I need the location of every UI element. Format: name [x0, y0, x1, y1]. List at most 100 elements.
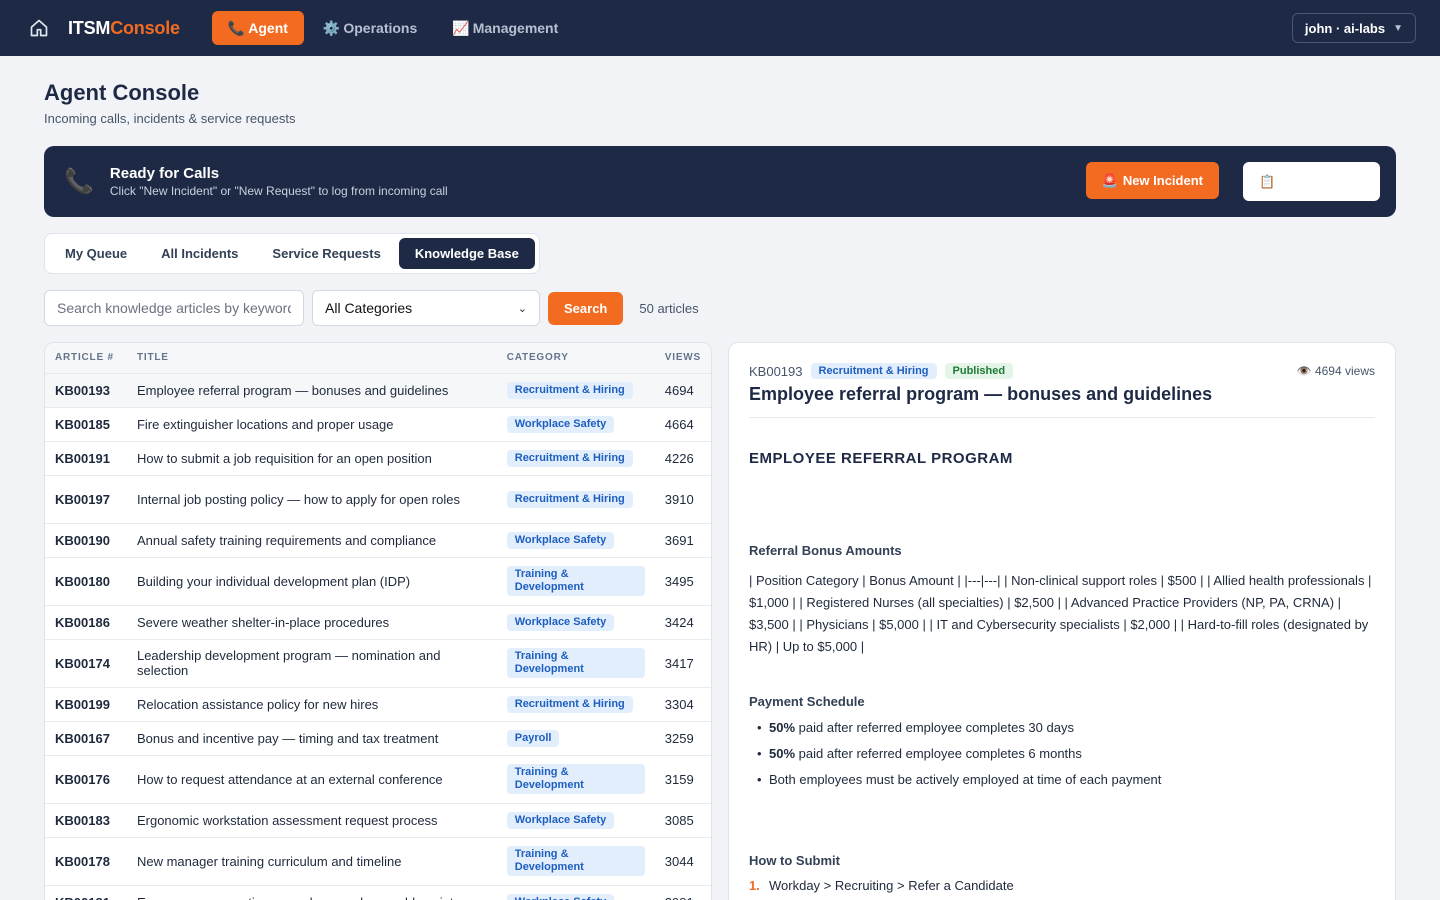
tab-service-requests[interactable]: Service Requests: [256, 238, 396, 269]
banner-actions: 🚨 New Incident 📋 New Request: [1085, 162, 1380, 201]
col-header-views[interactable]: VIEWS: [654, 343, 711, 374]
brand-main: ITSM: [68, 17, 111, 38]
section-title: Referral Bonus Amounts: [749, 543, 902, 558]
list-item: Both employees must be actively employed…: [749, 767, 1375, 793]
articles-table: ARTICLE # TITLE CATEGORY VIEWS KB00193 Em…: [44, 342, 712, 900]
nav-tab-agent[interactable]: 📞 Agent: [211, 11, 304, 45]
article-number: KB00183: [45, 803, 127, 838]
article-number: KB00174: [45, 639, 127, 688]
table-row[interactable]: KB00185 Fire extinguisher locations and p…: [45, 407, 711, 442]
table-row[interactable]: KB00193 Employee referral program — bonus…: [45, 373, 711, 408]
article-category: Workplace Safety: [496, 885, 655, 900]
article-category: Training & Development: [496, 755, 655, 804]
col-header-category[interactable]: CATEGORY: [496, 343, 655, 374]
user-menu[interactable]: john · ai-labs ▼: [1291, 13, 1416, 43]
chart-icon: 📈: [452, 19, 470, 36]
section-title: How to Submit: [749, 853, 840, 868]
category-badge: Training & Development: [506, 846, 645, 876]
article-title: Severe weather shelter-in-place procedur…: [126, 605, 497, 640]
article-category: Workplace Safety: [496, 605, 655, 640]
article-number: KB00167: [45, 721, 127, 756]
table-row[interactable]: KB00199 Relocation assistance policy for …: [45, 687, 711, 722]
article-title: Employee referral program — bonuses and …: [126, 373, 497, 408]
search-button[interactable]: Search: [548, 291, 624, 325]
article-number: KB00178: [45, 837, 127, 886]
new-incident-button[interactable]: 🚨 New Incident: [1085, 162, 1219, 199]
article-title: Leadership development program — nominat…: [126, 639, 497, 688]
article-views: 3304: [654, 687, 711, 722]
new-request-button[interactable]: 📋 New Request: [1243, 162, 1380, 201]
article-number: KB00190: [45, 523, 127, 558]
page-subtitle: Incoming calls, incidents & service requ…: [44, 111, 296, 126]
article-number: KB00199: [45, 687, 127, 722]
table-row[interactable]: KB00186 Severe weather shelter-in-place p…: [45, 605, 711, 640]
step-number: 1.: [749, 878, 760, 893]
table-row[interactable]: KB00183 Ergonomic workstation assessment …: [45, 803, 711, 838]
call-banner: 📞 Ready for Calls Click "New Incident" o…: [44, 146, 1396, 217]
article-views: 3417: [654, 639, 711, 688]
article-detail: KB00193 Recruitment & Hiring Published 👁…: [728, 342, 1396, 900]
article-number: KB00191: [45, 441, 127, 476]
table-row[interactable]: KB00197 Internal job posting policy — how…: [45, 475, 711, 524]
status-badge: Published: [944, 363, 1014, 379]
table-row[interactable]: KB00191 How to submit a job requisition f…: [45, 441, 711, 476]
brand-accent: Console: [110, 17, 180, 38]
list-item-text: paid after referred employee completes 3…: [795, 720, 1074, 735]
col-header-article[interactable]: ARTICLE #: [45, 343, 127, 374]
article-views: 3259: [654, 721, 711, 756]
article-number: KB00181: [45, 885, 127, 900]
article-views: 2981: [654, 885, 711, 900]
table-row[interactable]: KB00178 New manager training curriculum a…: [45, 837, 711, 886]
article-views: 3424: [654, 605, 711, 640]
table-row[interactable]: KB00181Emergency evacuation procedures a…: [45, 885, 711, 900]
nav-tab-operations[interactable]: ⚙️ Operations: [307, 11, 433, 45]
article-heading: EMPLOYEE REFERRAL PROGRAM: [749, 450, 1013, 467]
article-count: 50 articles: [639, 300, 699, 316]
view-count: 👁️ 4694 views: [1297, 364, 1375, 378]
search-input[interactable]: [44, 290, 304, 326]
table-row[interactable]: KB00176 How to request attendance at an e…: [45, 755, 711, 804]
category-badge: Recruitment & Hiring: [506, 382, 633, 399]
tab-all-incidents[interactable]: All Incidents: [145, 238, 254, 269]
article-title: Ergonomic workstation assessment request…: [126, 803, 497, 838]
nav-tab-management[interactable]: 📈 Management: [436, 11, 574, 45]
article-category: Training & Development: [496, 557, 655, 606]
article-title: Emergency evacuation procedures and asse…: [126, 885, 497, 900]
page-title: Agent Console: [44, 80, 200, 105]
article-views: 4694: [654, 373, 711, 408]
list-item-bold: 50%: [769, 720, 796, 735]
banner-subtitle: Click "New Incident" or "New Request" to…: [109, 184, 448, 198]
article-id: KB00193: [749, 363, 803, 379]
category-badge: Recruitment & Hiring: [506, 450, 633, 467]
col-header-title[interactable]: TITLE: [126, 343, 497, 374]
table-row[interactable]: KB00190 Annual safety training requiremen…: [45, 523, 711, 558]
banner-text: Ready for Calls Click "New Incident" or …: [110, 165, 448, 198]
table-row[interactable]: KB00174 Leadership development program — …: [45, 639, 711, 688]
category-badge: Workplace Safety: [506, 532, 615, 549]
article-category: Training & Development: [496, 639, 655, 688]
table-row[interactable]: KB00180 Building your individual developm…: [45, 557, 711, 606]
article-number: KB00180: [45, 557, 127, 606]
siren-icon: 🚨: [1101, 172, 1118, 188]
article-views: 3044: [654, 837, 711, 886]
article-category: Workplace Safety: [496, 407, 655, 442]
tab-my-queue[interactable]: My Queue: [49, 238, 143, 269]
steps-list: 1. Workday > Recruiting > Refer a Candida…: [749, 876, 1375, 896]
step-text: Workday > Recruiting > Refer a Candidate: [769, 878, 1014, 893]
article-category: Workplace Safety: [496, 523, 655, 558]
article-number: KB00193: [45, 373, 127, 408]
new-request-label: New Request: [1281, 174, 1363, 189]
top-nav: ITSMConsole 📞 Agent ⚙️ Operations 📈 Mana…: [0, 0, 1440, 56]
tab-knowledge-base[interactable]: Knowledge Base: [398, 238, 535, 269]
article-views: 3159: [654, 755, 711, 804]
article-title: How to submit a job requisition for an o…: [126, 441, 497, 476]
list-item: 50% paid after referred employee complet…: [749, 715, 1375, 741]
list-item: 1. Workday > Recruiting > Refer a Candida…: [749, 876, 1375, 896]
table-row[interactable]: KB00167 Bonus and incentive pay — timing …: [45, 721, 711, 756]
banner-title: Ready for Calls: [109, 165, 220, 182]
article-category: Payroll: [496, 721, 655, 756]
article-title: Building your individual development pla…: [126, 557, 497, 606]
article-category: Training & Development: [496, 837, 655, 886]
home-icon[interactable]: [28, 17, 50, 39]
category-select[interactable]: All Categories ⌄: [312, 290, 540, 326]
